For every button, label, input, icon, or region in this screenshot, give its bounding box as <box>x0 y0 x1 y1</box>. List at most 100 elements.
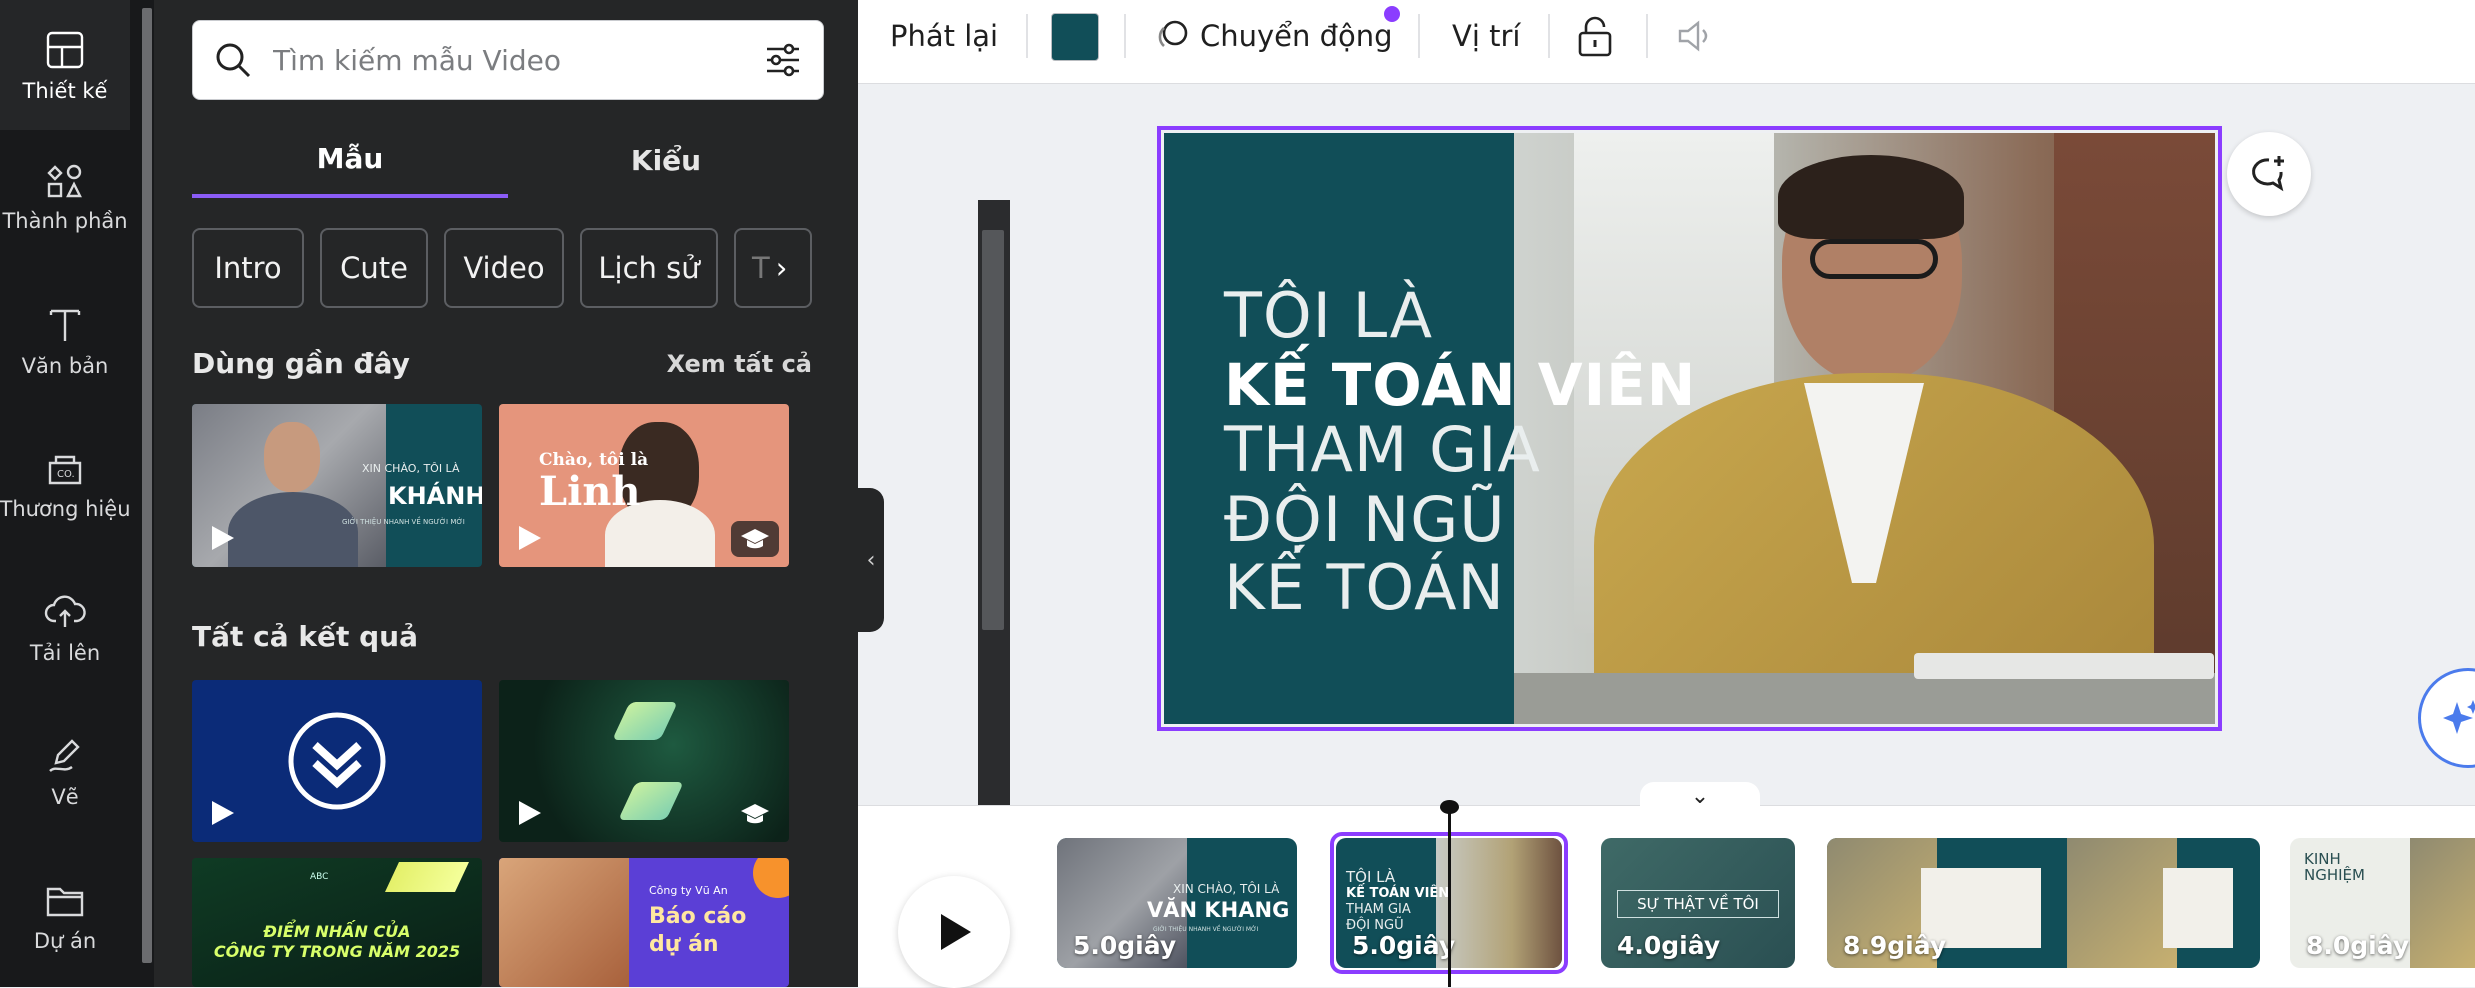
desk-shape <box>1514 673 2215 724</box>
search-icon <box>216 43 251 78</box>
filter-icon[interactable] <box>763 40 803 80</box>
rail-item-design[interactable]: Thiết kế <box>0 0 130 130</box>
elements-icon <box>47 164 82 198</box>
magic-assistant-button[interactable] <box>2418 668 2475 768</box>
recent-template-2[interactable]: Chào, tôi là Linh <box>499 404 789 567</box>
add-comment-button[interactable] <box>2227 132 2311 216</box>
chip-intro[interactable]: Intro <box>192 228 304 308</box>
rail-label: Thiết kế <box>22 79 108 103</box>
card-text: KHÁNH <box>388 482 482 510</box>
timeline-clip-3[interactable]: SỰ THẬT VỀ TÔI 4.0giây <box>1601 838 1795 968</box>
lock-icon <box>1578 16 1612 57</box>
card-text: Chào, tôi là <box>539 450 649 470</box>
glasses <box>1810 239 1938 279</box>
tab-styles[interactable]: Kiểu <box>508 122 824 198</box>
speaker-muted-icon <box>1678 20 1708 52</box>
clip-duration: 4.0giây <box>1617 931 1721 960</box>
search-box[interactable] <box>192 20 824 100</box>
brand-icon: CO. <box>48 455 82 485</box>
chevron-right-icon[interactable]: › <box>776 251 788 285</box>
results-title: Tất cả kết quả <box>192 620 418 653</box>
motion-icon <box>1158 20 1188 47</box>
rail-scrollbar[interactable] <box>140 0 154 987</box>
play-icon <box>513 798 543 828</box>
chevron-down-icon: ⌄ <box>1690 783 1710 809</box>
collapse-panel-button[interactable]: ‹ <box>858 488 884 632</box>
result-template-3[interactable]: ABC ĐIỂM NHẤN CỦA CÔNG TY TRONG NĂM 2025 <box>192 858 482 987</box>
shape <box>612 702 678 740</box>
timeline-toggle[interactable]: ⌄ <box>1640 782 1760 810</box>
clip-photo <box>2067 838 2177 968</box>
company-label: Công ty Vũ An <box>649 884 728 897</box>
tab-templates[interactable]: Mẫu <box>192 122 508 198</box>
rail-label: Thương hiệu <box>0 497 131 521</box>
timeline-clip-4[interactable]: 8.9giây <box>1827 838 2260 968</box>
shape <box>385 862 469 892</box>
timeline-clip-5[interactable]: KINH NGHIỆM 8.0giây <box>2290 838 2475 968</box>
timeline-clip-1[interactable]: XIN CHÀO, TÔI LÀ VĂN KHANG GIỚI THIỆU NH… <box>1057 838 1297 968</box>
templates-panel: Mẫu Kiểu Intro Cute Video Lịch sử T › Dù… <box>154 0 1010 987</box>
card-text: Báo cáo <box>649 904 747 929</box>
result-template-2[interactable] <box>499 680 789 842</box>
rail-item-text[interactable]: Văn bản <box>0 275 130 405</box>
slide-line-3[interactable]: THAM GIA <box>1224 413 1541 486</box>
clip-text: XIN CHÀO, TÔI LÀ <box>1173 882 1280 896</box>
slide-canvas[interactable]: TÔI LÀ KẾ TOÁN VIÊN THAM GIA ĐỘI NGŨ KẾ … <box>1164 133 2215 724</box>
face-shape <box>264 422 320 492</box>
clip-duration: 5.0giây <box>1073 931 1177 960</box>
sparkle-icon <box>2443 700 2475 734</box>
chip-next[interactable]: T › <box>734 228 812 308</box>
chip-video[interactable]: Video <box>444 228 564 308</box>
recent-title: Dùng gần đây <box>192 347 410 380</box>
divider <box>1548 14 1550 58</box>
clip-duration: 8.0giây <box>2306 931 2410 960</box>
card-text: XIN CHÀO, TÔI LÀ <box>362 462 460 475</box>
search-input[interactable] <box>271 42 763 78</box>
slide-line-2[interactable]: KẾ TOÁN VIÊN <box>1224 351 1696 419</box>
rail-item-brand[interactable]: CO. Thương hiệu <box>0 418 131 548</box>
card-text: dự án <box>649 932 719 957</box>
see-all-link[interactable]: Xem tất cả <box>667 350 812 378</box>
rail-item-projects[interactable]: Dự án <box>0 850 130 980</box>
double-chevron-icon <box>288 712 386 810</box>
motion-button[interactable]: Chuyển động <box>1152 0 1393 72</box>
play-icon <box>513 523 543 553</box>
rail-item-draw[interactable]: Vẽ <box>0 706 130 836</box>
chip-label: T <box>752 251 770 285</box>
result-template-1[interactable] <box>192 680 482 842</box>
play-button[interactable] <box>898 876 1010 988</box>
rail-label: Dự án <box>33 929 97 953</box>
playhead[interactable] <box>1448 810 1451 987</box>
photo-area <box>499 858 629 987</box>
recent-template-1[interactable]: XIN CHÀO, TÔI LÀ KHÁNH GIỚI THIỆU NHANH … <box>192 404 482 567</box>
clip-text: VĂN KHANG <box>1147 898 1290 922</box>
result-template-4[interactable]: Công ty Vũ An Báo cáo dự án <box>499 858 789 987</box>
slide-line-1[interactable]: TÔI LÀ <box>1224 279 1433 352</box>
play-icon <box>206 523 236 553</box>
volume-button[interactable] <box>1674 0 1714 72</box>
position-button[interactable]: Vị trí <box>1452 0 1520 72</box>
premium-badge <box>731 796 779 832</box>
layout-icon <box>46 31 84 69</box>
rail-item-elements[interactable]: Thành phần <box>0 130 130 260</box>
motion-label: Chuyển động <box>1200 19 1393 53</box>
scrollbar-thumb[interactable] <box>982 230 1004 630</box>
scrollbar-thumb[interactable] <box>142 8 152 963</box>
playhead-handle[interactable] <box>1440 800 1459 814</box>
color-swatch[interactable] <box>1051 13 1099 61</box>
lock-button[interactable] <box>1576 0 1614 72</box>
rail-label: Tải lên <box>29 641 101 665</box>
slide-photo[interactable] <box>1514 133 2215 724</box>
divider <box>1646 14 1648 58</box>
graduation-cap-icon <box>741 804 769 824</box>
playback-button[interactable]: Phát lại <box>890 0 998 72</box>
rail-item-upload[interactable]: Tải lên <box>0 562 130 692</box>
keyboard-shape <box>1914 653 2214 679</box>
chip-history[interactable]: Lịch sử <box>580 228 718 308</box>
draw-icon <box>49 739 80 772</box>
card-text: ĐIỂM NHẤN CỦA <box>263 922 411 941</box>
accent-circle <box>753 858 789 898</box>
chip-cute[interactable]: Cute <box>320 228 428 308</box>
slide-line-4[interactable]: ĐỘI NGŨ <box>1224 483 1506 556</box>
slide-line-5[interactable]: KẾ TOÁN <box>1224 551 1505 624</box>
